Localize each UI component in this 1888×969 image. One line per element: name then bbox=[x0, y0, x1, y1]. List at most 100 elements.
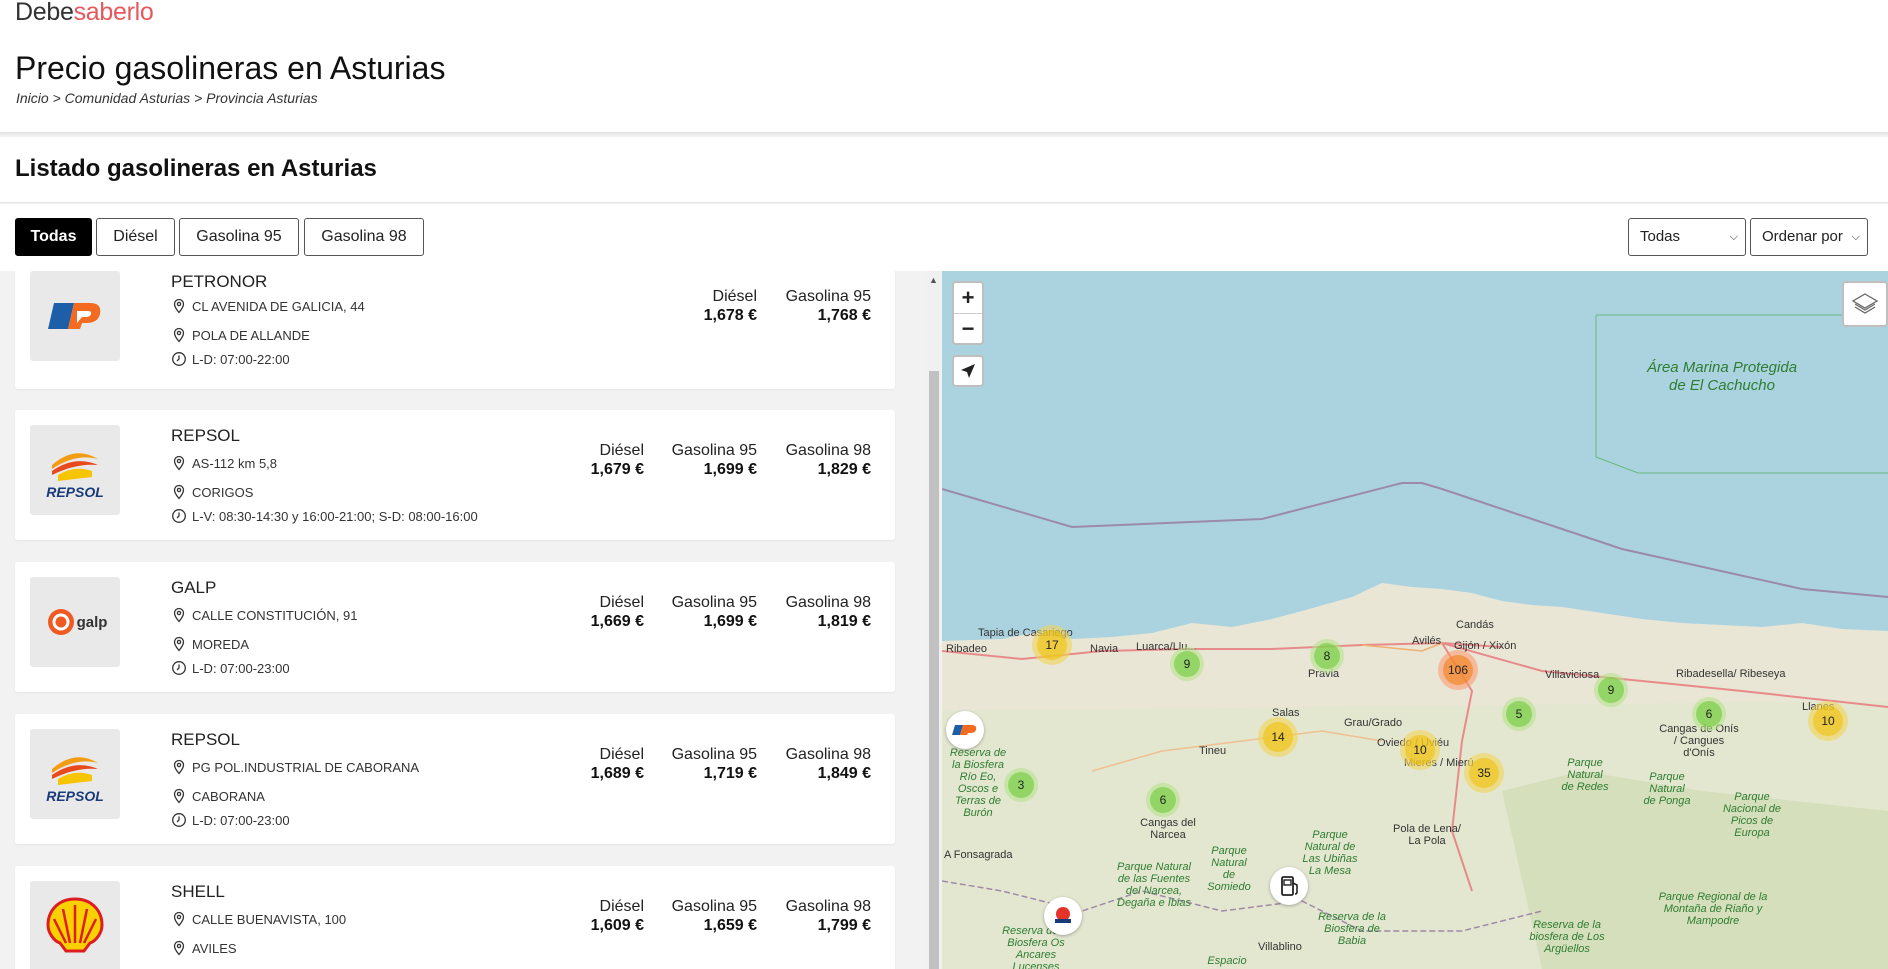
station-cluster[interactable]: 9 bbox=[1594, 673, 1628, 707]
list-scrollbar[interactable]: ▲ bbox=[927, 271, 941, 969]
station-town: MOREDA bbox=[171, 636, 249, 652]
brand-select[interactable]: Todas ⌵ bbox=[1628, 218, 1746, 256]
cluster-count: 6 bbox=[1150, 787, 1176, 813]
fuel-price: Gasolina 95 1,699 € bbox=[647, 594, 757, 631]
station-hours: L-D: 07:00-22:00 bbox=[171, 351, 290, 367]
layers-icon bbox=[1851, 293, 1879, 314]
fuel-price: Diésel 1,609 € bbox=[534, 898, 644, 935]
fuel-name: Gasolina 98 bbox=[785, 594, 871, 611]
place-label: Avilés bbox=[1412, 635, 1442, 647]
address-text: PG POL.INDUSTRIAL DE CABORANA bbox=[192, 760, 420, 775]
station-cluster[interactable]: 8 bbox=[1310, 639, 1344, 673]
zoom-control: + − bbox=[952, 281, 984, 345]
filter-toolbar: Todas Diésel Gasolina 95 Gasolina 98 Tod… bbox=[0, 204, 1888, 271]
scroll-thumb[interactable] bbox=[929, 371, 939, 969]
fuel-price: Gasolina 98 1,799 € bbox=[761, 898, 871, 935]
station-hours: L-D: 07:00-23:00 bbox=[171, 660, 290, 676]
station-card[interactable]: PETRONOR CL AVENIDA DE GALICIA, 44 POLA … bbox=[15, 271, 895, 389]
clock-icon bbox=[172, 813, 186, 827]
park-label: Parque Regional de la Montaña de Riaño y… bbox=[1658, 891, 1768, 927]
place-label: Ribadeo bbox=[946, 643, 987, 655]
brand-select-value: Todas bbox=[1640, 228, 1681, 245]
station-town: AVILES bbox=[171, 940, 237, 956]
station-cluster[interactable]: 35 bbox=[1464, 753, 1504, 793]
address-text: AS-112 km 5,8 bbox=[192, 456, 278, 471]
map-pin-icon bbox=[173, 759, 185, 775]
station-brand: SHELL bbox=[171, 882, 225, 901]
station-cluster[interactable]: 6 bbox=[1146, 783, 1180, 817]
station-cluster[interactable]: 6 bbox=[1692, 697, 1726, 731]
filter-gasolina95-button[interactable]: Gasolina 95 bbox=[179, 218, 299, 256]
station-address: PG POL.INDUSTRIAL DE CABORANA bbox=[171, 759, 419, 775]
station-cluster[interactable]: 14 bbox=[1258, 717, 1298, 757]
station-cluster[interactable]: 10 bbox=[1808, 701, 1848, 741]
station-card[interactable]: galp GALP CALLE CONSTITUCIÓN, 91 MOREDA … bbox=[15, 562, 895, 692]
station-list[interactable]: PETRONOR CL AVENIDA DE GALICIA, 44 POLA … bbox=[0, 271, 942, 969]
station-cluster[interactable]: 17 bbox=[1032, 625, 1072, 665]
petronor-logo bbox=[952, 725, 977, 735]
zoom-out-button[interactable]: − bbox=[954, 313, 982, 343]
zoom-in-button[interactable]: + bbox=[954, 283, 982, 313]
fuel-price: Gasolina 98 1,819 € bbox=[761, 594, 871, 631]
station-brand: PETRONOR bbox=[171, 272, 268, 291]
filter-todas-button[interactable]: Todas bbox=[15, 218, 92, 256]
filter-gasolina98-button[interactable]: Gasolina 98 bbox=[304, 218, 424, 256]
breadcrumb[interactable]: Inicio > Comunidad Asturias > Provincia … bbox=[16, 90, 318, 106]
place-label: Ribadesella/ Ribeseya bbox=[1676, 668, 1786, 680]
fuel-price: Gasolina 95 1,719 € bbox=[647, 746, 757, 783]
station-marker-petronor[interactable] bbox=[946, 711, 984, 749]
hours-text: L-D: 07:00-23:00 bbox=[192, 661, 290, 676]
clock-icon bbox=[172, 352, 186, 366]
chevron-down-icon: ⌵ bbox=[1851, 231, 1860, 243]
filter-diesel-button[interactable]: Diésel bbox=[96, 218, 175, 256]
locate-button[interactable] bbox=[952, 355, 984, 387]
place-label: Candás bbox=[1456, 619, 1494, 631]
fuel-price-value: 1,768 € bbox=[817, 307, 871, 324]
site-logo[interactable]: Debesaberlo bbox=[15, 0, 154, 27]
station-cluster[interactable]: 3 bbox=[1004, 768, 1038, 802]
station-cluster[interactable]: 5 bbox=[1502, 697, 1536, 731]
station-cluster[interactable]: 106 bbox=[1438, 650, 1478, 690]
logo-part-1: Debe bbox=[15, 0, 74, 26]
station-marker-campsa[interactable] bbox=[1044, 897, 1082, 935]
fuel-price: Diésel 1,669 € bbox=[534, 594, 644, 631]
galp-logo: galp bbox=[30, 577, 120, 667]
station-card[interactable]: REPSOL REPSOL PG POL.INDUSTRIAL DE CABOR… bbox=[15, 714, 895, 844]
map-pin-icon bbox=[173, 788, 185, 804]
repsol-logo: REPSOL bbox=[30, 729, 120, 819]
place-label: Grau/Grado bbox=[1344, 717, 1403, 729]
fuel-price-value: 1,829 € bbox=[817, 461, 871, 478]
map-pin-icon bbox=[173, 327, 185, 343]
station-cluster[interactable]: 9 bbox=[1170, 647, 1204, 681]
petronor-logo bbox=[30, 271, 120, 361]
fuel-name: Gasolina 95 bbox=[671, 442, 757, 459]
fuel-price: Gasolina 95 1,768 € bbox=[761, 288, 871, 325]
hours-text: L-D: 07:00-22:00 bbox=[192, 352, 290, 367]
fuel-price: Diésel 1,678 € bbox=[647, 288, 757, 325]
station-cluster[interactable]: 10 bbox=[1400, 730, 1440, 770]
address-text: CALLE BUENAVISTA, 100 bbox=[192, 912, 347, 927]
shell-logo bbox=[30, 881, 120, 969]
station-card[interactable]: REPSOL REPSOL AS-112 km 5,8 CORIGOS L-V:… bbox=[15, 410, 895, 540]
fuel-name: Gasolina 98 bbox=[785, 746, 871, 763]
cluster-count: 17 bbox=[1037, 630, 1067, 660]
address-text: CL AVENIDA DE GALICIA, 44 bbox=[192, 299, 365, 314]
station-hours: L-D: 07:00-23:00 bbox=[171, 812, 290, 828]
fuel-price-value: 1,699 € bbox=[703, 461, 757, 478]
cluster-count: 3 bbox=[1008, 772, 1034, 798]
fuel-price-value: 1,849 € bbox=[817, 765, 871, 782]
fuel-price-value: 1,689 € bbox=[590, 765, 644, 782]
station-marker-generic[interactable] bbox=[1270, 867, 1308, 905]
layers-button[interactable] bbox=[1842, 281, 1888, 327]
scroll-up-arrow-icon[interactable]: ▲ bbox=[929, 275, 938, 285]
station-card[interactable]: SHELL CALLE BUENAVISTA, 100 AVILES Diése… bbox=[15, 866, 895, 969]
place-label: A Fonsagrada bbox=[944, 849, 1013, 861]
order-select[interactable]: Ordenar por ⌵ bbox=[1750, 218, 1868, 256]
place-label: Cangas del Narcea bbox=[1140, 817, 1196, 841]
address-text: CALLE CONSTITUCIÓN, 91 bbox=[192, 608, 358, 623]
station-hours: L-V: 08:30-14:30 y 16:00-21:00; S-D: 08:… bbox=[171, 508, 478, 524]
stations-map[interactable]: Área Marina Protegida de El Cachucho Tap… bbox=[942, 271, 1888, 969]
hours-text: L-D: 07:00-23:00 bbox=[192, 813, 290, 828]
town-text: MOREDA bbox=[192, 637, 250, 652]
fuel-name: Gasolina 98 bbox=[785, 898, 871, 915]
